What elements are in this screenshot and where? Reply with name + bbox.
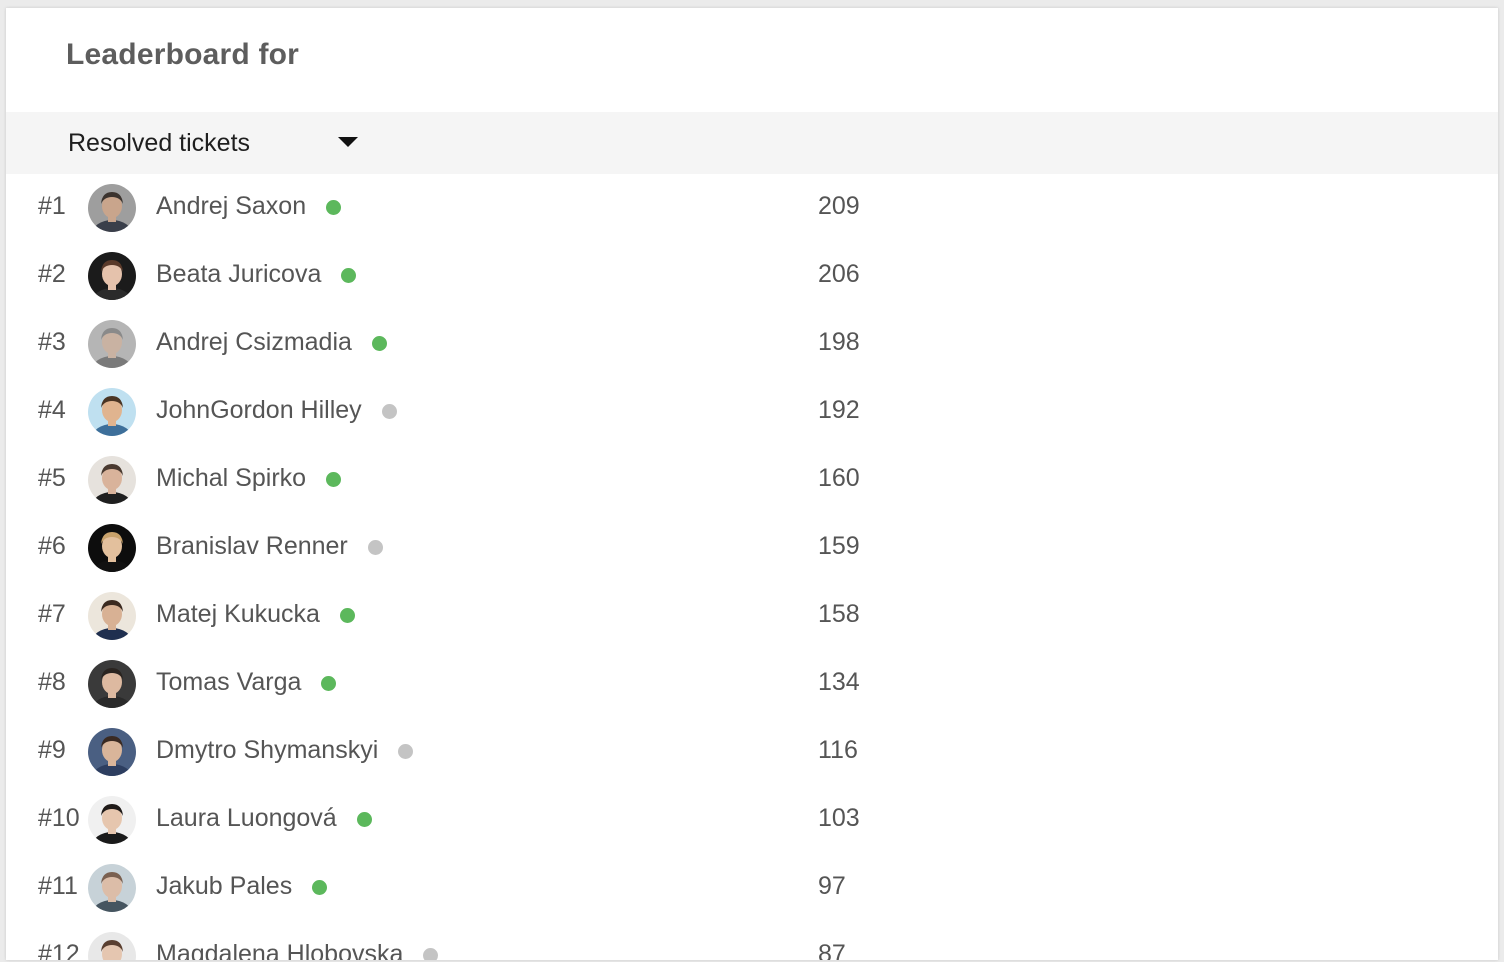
agent-name[interactable]: Magdalena Hlobovska: [156, 940, 403, 960]
rank-label: #4: [38, 396, 66, 424]
leaderboard-row[interactable]: #7 Matej Kukucka 158: [6, 582, 1498, 650]
score-value: 158: [818, 600, 860, 628]
agent-name-group: Andrej Csizmadia: [156, 328, 387, 357]
score-value: 134: [818, 668, 860, 696]
status-dot-icon: [321, 676, 337, 691]
score-value: 116: [818, 736, 858, 764]
metric-dropdown[interactable]: Resolved tickets: [68, 112, 368, 174]
agent-name-group: Magdalena Hlobovska: [156, 940, 439, 960]
score-value: 192: [818, 396, 860, 424]
agent-name[interactable]: Laura Luongová: [156, 804, 337, 833]
leaderboard-row[interactable]: #8 Tomas Varga 134: [6, 650, 1498, 718]
avatar[interactable]: [88, 524, 136, 572]
status-dot-icon: [367, 540, 383, 555]
score-value: 209: [818, 192, 860, 220]
score-value: 97: [818, 872, 846, 900]
rank-label: #3: [38, 328, 66, 356]
status-dot-icon: [312, 880, 328, 895]
agent-name-group: Dmytro Shymanskyi: [156, 736, 414, 765]
agent-name-group: Beata Juricova: [156, 260, 357, 289]
agent-name-group: JohnGordon Hilley: [156, 396, 397, 425]
rank-label: #8: [38, 668, 66, 696]
leaderboard-row[interactable]: #11 Jakub Pales 97: [6, 854, 1498, 922]
agent-name[interactable]: Beata Juricova: [156, 260, 321, 289]
avatar[interactable]: [88, 660, 136, 708]
avatar[interactable]: [88, 932, 136, 960]
rank-label: #1: [38, 192, 66, 220]
avatar[interactable]: [88, 388, 136, 436]
rank-label: #7: [38, 600, 66, 628]
score-value: 159: [818, 532, 860, 560]
avatar[interactable]: [88, 184, 136, 232]
metric-dropdown-label: Resolved tickets: [68, 128, 251, 157]
caret-down-icon[interactable]: [338, 137, 358, 147]
agent-name-group: Matej Kukucka: [156, 600, 355, 629]
status-dot-icon: [398, 744, 414, 759]
rank-label: #10: [38, 804, 80, 832]
agent-name[interactable]: Andrej Saxon: [156, 192, 306, 221]
leaderboard-row[interactable]: #3 Andrej Csizmadia 198: [6, 310, 1498, 378]
leaderboard-row[interactable]: #4 JohnGordon Hilley 192: [6, 378, 1498, 446]
avatar[interactable]: [88, 728, 136, 776]
avatar[interactable]: [88, 456, 136, 504]
agent-name-group: Laura Luongová: [156, 804, 372, 833]
agent-name[interactable]: JohnGordon Hilley: [156, 396, 362, 425]
avatar[interactable]: [88, 252, 136, 300]
score-value: 160: [818, 464, 860, 492]
score-value: 198: [818, 328, 860, 356]
agent-name[interactable]: Branislav Renner: [156, 532, 348, 561]
rank-label: #12: [38, 940, 80, 960]
status-dot-icon: [423, 948, 439, 960]
status-dot-icon: [381, 404, 397, 419]
metric-selector-bar: Resolved tickets: [6, 112, 1498, 174]
agent-name[interactable]: Matej Kukucka: [156, 600, 320, 629]
leaderboard-row[interactable]: #10 Laura Luongová 103: [6, 786, 1498, 854]
agent-name-group: Tomas Varga: [156, 668, 337, 697]
agent-name[interactable]: Dmytro Shymanskyi: [156, 736, 378, 765]
avatar[interactable]: [88, 864, 136, 912]
score-value: 103: [818, 804, 860, 832]
status-dot-icon: [339, 608, 355, 623]
score-value: 206: [818, 260, 860, 288]
agent-name-group: Michal Spirko: [156, 464, 342, 493]
agent-name[interactable]: Tomas Varga: [156, 668, 301, 697]
rank-label: #9: [38, 736, 66, 764]
status-dot-icon: [371, 336, 387, 351]
agent-name[interactable]: Andrej Csizmadia: [156, 328, 352, 357]
leaderboard-list: #1 Andrej Saxon 209 #2 Beata Juricova 206 #3 An…: [6, 174, 1498, 960]
leaderboard-panel: Leaderboard for Resolved tickets #1 Andre…: [6, 8, 1498, 960]
score-value: 87: [818, 940, 846, 960]
page-title: Leaderboard for: [66, 38, 300, 71]
agent-name-group: Jakub Pales: [156, 872, 328, 901]
leaderboard-row[interactable]: #2 Beata Juricova 206: [6, 242, 1498, 310]
avatar[interactable]: [88, 320, 136, 368]
agent-name[interactable]: Michal Spirko: [156, 464, 306, 493]
avatar[interactable]: [88, 592, 136, 640]
leaderboard-row[interactable]: #1 Andrej Saxon 209: [6, 174, 1498, 242]
avatar[interactable]: [88, 796, 136, 844]
agent-name-group: Branislav Renner: [156, 532, 383, 561]
leaderboard-row[interactable]: #6 Branislav Renner 159: [6, 514, 1498, 582]
leaderboard-row[interactable]: #9 Dmytro Shymanskyi 116: [6, 718, 1498, 786]
rank-label: #2: [38, 260, 66, 288]
status-dot-icon: [326, 200, 342, 215]
agent-name[interactable]: Jakub Pales: [156, 872, 292, 901]
agent-name-group: Andrej Saxon: [156, 192, 342, 221]
rank-label: #6: [38, 532, 66, 560]
status-dot-icon: [356, 812, 372, 827]
status-dot-icon: [341, 268, 357, 283]
leaderboard-row[interactable]: #5 Michal Spirko 160: [6, 446, 1498, 514]
rank-label: #11: [38, 872, 78, 900]
rank-label: #5: [38, 464, 66, 492]
status-dot-icon: [326, 472, 342, 487]
leaderboard-row[interactable]: #12 Magdalena Hlobovska 87: [6, 922, 1498, 960]
